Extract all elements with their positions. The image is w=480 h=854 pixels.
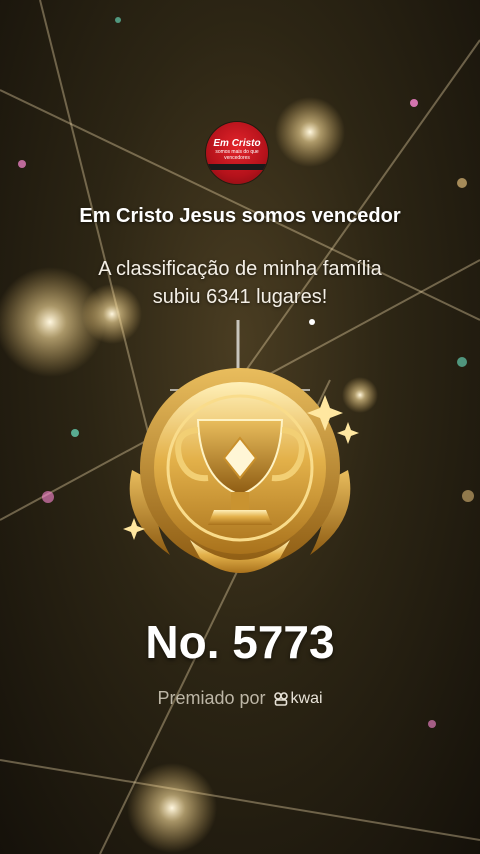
- kwai-logo-icon: [273, 691, 288, 706]
- kwai-brand-text: kwai: [290, 689, 323, 707]
- awarded-by: Premiado por kwai: [0, 688, 480, 709]
- avatar-stripe: [206, 164, 268, 170]
- rank-number: No. 5773: [145, 616, 335, 668]
- achievement-title: Em Cristo Jesus somos vencedor: [79, 205, 401, 227]
- profile-avatar[interactable]: Em Cristo somos mais do que vencedores: [206, 122, 268, 184]
- avatar-caption: somos mais do que vencedores: [215, 149, 259, 161]
- gold-trophy-badge-icon: [123, 320, 359, 573]
- avatar-title: Em Cristo: [213, 138, 261, 149]
- kwai-brand: kwai: [273, 689, 323, 708]
- achievement-message: A classificação de minha família subiu 6…: [98, 258, 382, 308]
- awarded-by-label: Premiado por: [157, 688, 266, 708]
